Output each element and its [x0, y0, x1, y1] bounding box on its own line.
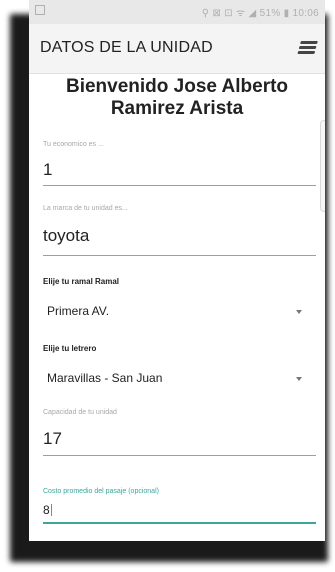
letrero-select[interactable]: Elije tu letrero Maravillas - San Juan	[43, 344, 316, 398]
status-bar: ⚲ ⊠ ⊡ ᯤ ◢ 51% ▮ 10:06	[29, 0, 325, 24]
costo-underline-active	[43, 522, 316, 524]
capacidad-label: Capacidad de tu unidad	[43, 409, 117, 416]
marca-field[interactable]: La marca de tu unidad es... toyota	[43, 205, 316, 259]
ramal-label: Elije tu ramal Ramal	[43, 277, 120, 286]
marca-value[interactable]: toyota	[43, 226, 89, 246]
phone-screen: ⚲ ⊠ ⊡ ᯤ ◢ 51% ▮ 10:06 DATOS DE LA UNIDAD…	[29, 0, 325, 541]
app-bar: DATOS DE LA UNIDAD	[29, 24, 325, 74]
capacidad-underline	[43, 455, 316, 456]
ramal-select[interactable]: Elije tu ramal Ramal Primera AV.	[43, 277, 316, 331]
ramal-dropdown-arrow-icon[interactable]	[296, 310, 302, 314]
marca-label: La marca de tu unidad es...	[43, 205, 128, 212]
letrero-selected-value[interactable]: Maravillas - San Juan	[47, 371, 162, 385]
status-indicators: ⚲ ⊠ ⊡ ᯤ ◢ 51% ▮ 10:06	[201, 8, 319, 19]
costo-value[interactable]: 8	[43, 503, 50, 517]
ramal-selected-value[interactable]: Primera AV.	[47, 304, 109, 318]
economico-label: Tu economico es ...	[43, 141, 104, 148]
costo-field[interactable]: Costo promedio del pasaje (opcional) 8	[43, 488, 316, 528]
text-cursor	[51, 504, 52, 516]
app-title: DATOS DE LA UNIDAD	[40, 39, 213, 56]
economico-underline	[43, 185, 316, 186]
menu-icon[interactable]	[297, 41, 318, 55]
letrero-dropdown-arrow-icon[interactable]	[296, 377, 302, 381]
capacidad-field[interactable]: Capacidad de tu unidad 17	[43, 409, 316, 459]
notification-icon	[35, 5, 45, 15]
scroll-indicator[interactable]	[320, 120, 325, 212]
costo-label: Costo promedio del pasaje (opcional)	[43, 488, 159, 495]
marca-underline	[43, 255, 316, 256]
letrero-label: Elije tu letrero	[43, 344, 97, 353]
economico-value[interactable]: 1	[43, 160, 52, 180]
welcome-heading: Bienvenido Jose Alberto Ramirez Arista	[65, 76, 289, 119]
economico-field[interactable]: Tu economico es ... 1	[43, 141, 316, 187]
capacidad-value[interactable]: 17	[43, 429, 62, 449]
